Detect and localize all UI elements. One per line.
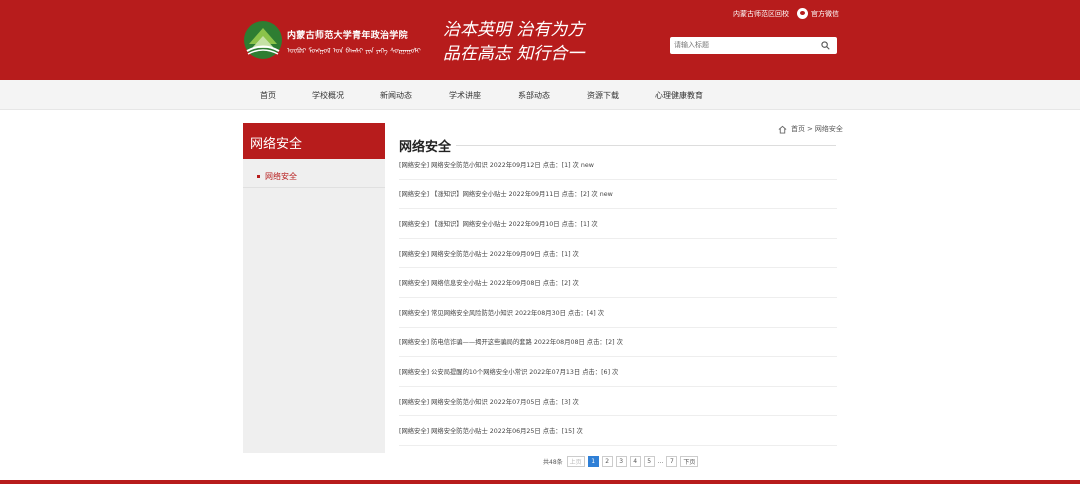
search-icon[interactable] bbox=[821, 41, 830, 50]
bullet-icon bbox=[257, 175, 260, 178]
next-page-button[interactable]: 下页 bbox=[680, 456, 699, 467]
pagination-ellipsis: ... bbox=[657, 458, 664, 465]
page-button-5[interactable]: 5 bbox=[643, 456, 655, 467]
logo-icon[interactable] bbox=[243, 20, 283, 60]
list-item[interactable]: [网络安全] 网络信息安全小贴士 2022年09月08日 点击：[2] 次 bbox=[399, 268, 837, 298]
divider bbox=[456, 145, 836, 146]
school-name-mongolian: ᠥᠪᠥᠷ ᠮᠣᠩᠭᠣᠯ ᠤᠨ ᠪᠠᠭᠰᠢ ᠶᠢᠨ ᠶᠡᠬᠡ ᠰᠤᠷᠭᠠᠭᠤᠯᠢ bbox=[287, 47, 421, 55]
main-nav: 首页 学校概况 新闻动态 学术讲座 系部动态 资源下载 心理健康教育 bbox=[0, 80, 1080, 110]
page-button-last[interactable]: 7 bbox=[666, 456, 678, 467]
sidebar-title: 网络安全 bbox=[243, 123, 385, 159]
breadcrumb-current[interactable]: 网络安全 bbox=[815, 124, 843, 134]
wechat-label: 官方微信 bbox=[811, 9, 839, 18]
nav-item-departments[interactable]: 系部动态 bbox=[518, 90, 550, 101]
nav-item-mental-health[interactable]: 心理健康教育 bbox=[655, 90, 703, 101]
list-item[interactable]: [网络安全] 【涨知识】网络安全小贴士 2022年09月11日 点击：[2] 次… bbox=[399, 180, 837, 210]
page-button-3[interactable]: 3 bbox=[615, 456, 627, 467]
list-item[interactable]: [网络安全] 网络安全防范小贴士 2022年09月09日 点击：[1] 次 bbox=[399, 239, 837, 269]
breadcrumb-home[interactable]: 首页 bbox=[791, 124, 805, 134]
prev-page-button[interactable]: 上页 bbox=[566, 456, 585, 467]
total-count: 共48条 bbox=[543, 459, 563, 466]
nav-item-downloads[interactable]: 资源下载 bbox=[587, 90, 619, 101]
school-name: 内蒙古师范大学青年政治学院 bbox=[287, 31, 408, 41]
school-motto: 治本英明 治有为方 品在高志 知行合一 bbox=[443, 18, 584, 66]
pagination: 共48条 上页 1 2 3 4 5 ... 7 下页 bbox=[543, 456, 701, 467]
sidebar: 网络安全 网络安全 bbox=[243, 123, 385, 453]
list-item[interactable]: [网络安全] 公安局提醒的10个网络安全小常识 2022年07月13日 点击：[… bbox=[399, 357, 837, 387]
wechat-link[interactable]: 官方微信 bbox=[797, 8, 839, 19]
list-item[interactable]: [网络安全] 常见网络安全风险防范小知识 2022年08月30日 点击：[4] … bbox=[399, 298, 837, 328]
search-input[interactable] bbox=[674, 39, 814, 52]
footer-bar bbox=[0, 480, 1080, 484]
wechat-icon bbox=[797, 8, 808, 19]
nav-item-home[interactable]: 首页 bbox=[260, 90, 276, 101]
sidebar-item-label: 网络安全 bbox=[265, 172, 297, 181]
article-list: [网络安全] 网络安全防范小知识 2022年09月12日 点击：[1] 次 ne… bbox=[399, 150, 837, 446]
site-header: 内蒙古师范大学青年政治学院 ᠥᠪᠥᠷ ᠮᠣᠩᠭᠣᠯ ᠤᠨ ᠪᠠᠭᠰᠢ ᠶᠢᠨ ᠶ… bbox=[0, 0, 1080, 80]
nav-item-lectures[interactable]: 学术讲座 bbox=[449, 90, 481, 101]
motto-line-2: 品在高志 知行合一 bbox=[443, 44, 585, 64]
nav-item-about[interactable]: 学校概况 bbox=[312, 90, 344, 101]
home-icon bbox=[778, 125, 787, 134]
list-item[interactable]: [网络安全] 【涨知识】网络安全小贴士 2022年09月10日 点击：[1] 次 bbox=[399, 209, 837, 239]
divider bbox=[243, 187, 385, 188]
top-link[interactable]: 内蒙古师范区回校 bbox=[733, 9, 789, 19]
page-button-1[interactable]: 1 bbox=[587, 456, 599, 467]
search-box bbox=[670, 37, 837, 54]
motto-line-1: 治本英明 治有为方 bbox=[443, 20, 585, 40]
list-item[interactable]: [网络安全] 网络安全防范小知识 2022年09月12日 点击：[1] 次 ne… bbox=[399, 150, 837, 180]
page-button-4[interactable]: 4 bbox=[629, 456, 641, 467]
list-item[interactable]: [网络安全] 网络安全防范小知识 2022年07月05日 点击：[3] 次 bbox=[399, 387, 837, 417]
breadcrumb: 首页 > 网络安全 bbox=[778, 124, 843, 134]
list-item[interactable]: [网络安全] 网络安全防范小贴士 2022年06月25日 点击：[15] 次 bbox=[399, 416, 837, 446]
page-button-2[interactable]: 2 bbox=[601, 456, 613, 467]
nav-item-news[interactable]: 新闻动态 bbox=[380, 90, 412, 101]
list-item[interactable]: [网络安全] 防电信诈骗——揭开这些骗局的套路 2022年08月08日 点击：[… bbox=[399, 328, 837, 358]
breadcrumb-separator: > bbox=[807, 125, 813, 133]
top-links: 内蒙古师范区回校 官方微信 bbox=[733, 8, 839, 19]
sidebar-item-network-security[interactable]: 网络安全 bbox=[257, 171, 297, 182]
